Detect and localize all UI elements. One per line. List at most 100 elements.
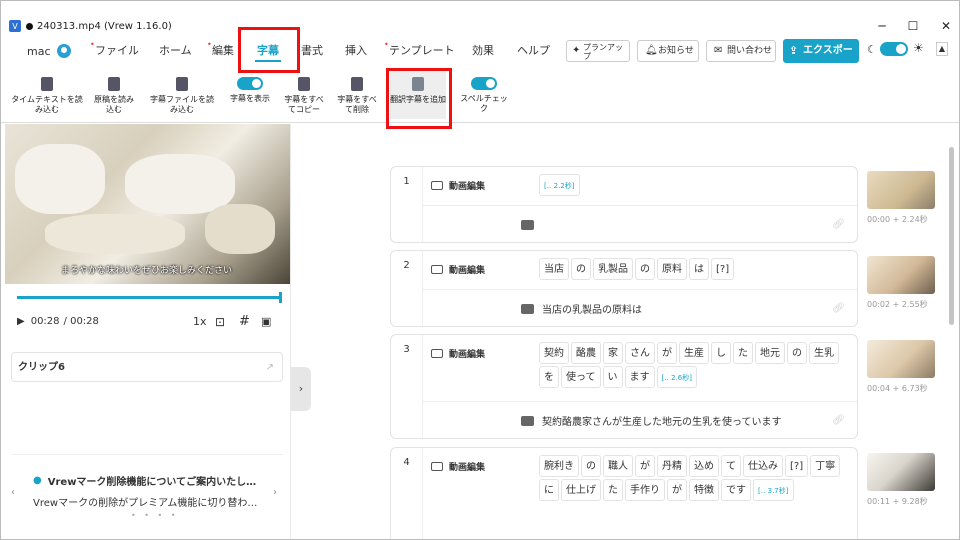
contact-button[interactable]: ✉ 問い合わせ [706,40,776,62]
word-token[interactable]: の [581,455,601,477]
speaker-label[interactable]: 動画編集 [431,263,485,276]
speaker-label[interactable]: 動画編集 [431,347,485,360]
word-token[interactable]: が [657,342,677,364]
word-token[interactable]: 腕利き [539,455,579,477]
word-token[interactable]: 丁寧 [810,455,841,477]
clip-card[interactable]: クリップ6 ↗ [11,352,283,382]
word-token[interactable]: [?] [785,455,809,477]
clip-row[interactable]: 4 動画編集 腕利き の 職人 が 丹精 込め て 仕込み [?] 丁寧 に 仕… [390,447,858,539]
close-button[interactable]: ✕ [931,15,959,37]
word-token[interactable]: た [603,479,623,501]
menu-template[interactable]: • テンプレート [384,37,455,65]
copy-all-subtitles-button[interactable]: 字幕をすべてコピー [281,77,327,115]
maximize-button[interactable]: ☐ [898,15,928,37]
play-icon[interactable]: ▶ [17,316,25,327]
word-token[interactable]: 家 [603,342,623,364]
word-token[interactable]: 原料 [657,258,687,280]
notice-banner[interactable]: ● Vrewマーク削除機能についてご案内いたし… Vrewマークの削除がプレミア… [11,473,283,520]
chevron-left-icon[interactable]: ‹ [11,487,15,498]
minimize-button[interactable]: ─ [867,15,897,37]
clip-thumbnail[interactable] [867,256,935,294]
export-button[interactable]: ⇪ エクスポート [783,39,859,80]
word-token[interactable]: し [711,342,731,364]
menu-help[interactable]: ヘルプ [517,37,550,65]
word-token[interactable]: 仕込み [743,455,783,477]
subtitle-line[interactable]: 🔗︎ [423,205,857,243]
word-token[interactable]: [?] [711,258,735,280]
word-token[interactable]: 生乳 [809,342,839,364]
word-token[interactable]: に [539,479,559,501]
word-token[interactable]: を [539,366,559,388]
word-token[interactable]: い [602,366,623,388]
menu-home[interactable]: ホーム [159,37,192,65]
expand-panel-button[interactable]: › [291,367,311,411]
link-icon[interactable]: 🔗︎ [832,219,845,230]
word-token[interactable]: さん [625,342,655,364]
clip-thumbnail[interactable] [867,453,935,491]
menu-format[interactable]: 書式 [301,37,323,65]
silence-gap-token[interactable]: [‥ 2.2秒] [539,174,580,196]
word-token[interactable]: 職人 [603,455,633,477]
collapse-ribbon-button[interactable]: ▲ [936,42,948,56]
spell-check-toggle[interactable]: スペルチェック [457,77,511,114]
link-icon[interactable]: 🔗︎ [832,415,845,426]
clip-row[interactable]: 1 動画編集 [‥ 2.2秒] 🔗︎ [390,166,858,243]
word-token[interactable]: 契約 [539,342,569,364]
word-token[interactable]: ます [624,366,655,388]
clip-list-scrollbar[interactable] [949,147,954,325]
word-token[interactable]: が [635,455,655,477]
word-token[interactable]: 込め [689,455,719,477]
word-token[interactable]: 生産 [679,342,709,364]
theme-toggle[interactable] [880,42,908,56]
word-token[interactable]: は [689,258,709,280]
clip-thumbnail[interactable] [867,340,935,378]
notice-button[interactable]: 🔔︎ お知らせ [637,40,699,62]
clip-row[interactable]: 3 動画編集 契約 酪農 家 さん が 生産 し た 地元 の 生乳 を 使って… [390,334,858,439]
chevron-right-icon[interactable]: › [273,487,277,498]
subtitle-toggle-icon[interactable]: ▣ [261,315,271,328]
delete-all-subtitles-button[interactable]: 字幕をすべて削除 [335,77,379,115]
word-token[interactable]: の [787,342,807,364]
word-token[interactable]: 仕上げ [561,479,601,501]
word-token[interactable]: が [667,479,687,501]
grid-icon[interactable]: # [239,314,250,329]
word-token[interactable]: 乳製品 [593,258,633,280]
word-token[interactable]: 手作り [625,479,665,501]
playback-speed[interactable]: 1x [193,315,207,328]
carousel-dots[interactable]: • • • • [131,511,179,520]
word-token[interactable]: 使って [561,366,601,388]
menu-file[interactable]: • ファイル [90,37,139,65]
silence-gap-token[interactable]: [‥ 2.6秒] [656,366,697,388]
word-token[interactable]: 地元 [755,342,785,364]
user-account[interactable]: mac [27,44,71,58]
word-token[interactable]: 丹精 [657,455,687,477]
menu-insert[interactable]: 挿入 [345,37,367,65]
plan-upgrade-button[interactable]: ✦ プランアップ [566,40,630,62]
subtitle-line[interactable]: 契約酪農家さんが生産した地元の生乳を使っています 🔗︎ [423,401,857,439]
clip-row[interactable]: 2 動画編集 当店 の 乳製品 の 原料 は [?] 当店の乳製品の原料は 🔗︎ [390,250,858,327]
video-preview[interactable]: まろやかな味わいをぜひお楽しみください [5,124,290,284]
word-token[interactable]: です [721,479,751,501]
word-token[interactable]: 特徴 [689,479,719,501]
subtitle-line[interactable]: 当店の乳製品の原料は 🔗︎ [423,289,857,327]
import-timed-text-button[interactable]: タイムテキストを読み込む [11,77,83,115]
link-icon[interactable]: 🔗︎ [832,303,845,314]
import-subtitle-file-button[interactable]: 字幕ファイルを読み込む [149,77,215,115]
word-token[interactable]: の [571,258,591,280]
speaker-label[interactable]: 動画編集 [431,460,485,473]
word-token[interactable]: の [635,258,655,280]
word-token[interactable]: て [721,455,741,477]
screenshot-icon[interactable]: ⊡ [215,315,225,329]
silence-gap-token[interactable]: [‥ 3.7秒] [753,479,794,501]
menu-edit[interactable]: • 編集 [207,37,234,65]
playback-progress-bar[interactable] [17,292,282,303]
speaker-label[interactable]: 動画編集 [431,179,485,192]
import-script-button[interactable]: 原稿を読み込む [94,77,134,115]
clip-thumbnail[interactable] [867,171,935,209]
menu-effects[interactable]: 効果 [472,37,494,65]
open-external-icon[interactable]: ↗ [266,353,274,383]
show-subtitles-toggle[interactable]: 字幕を表示 [227,77,273,104]
word-token[interactable]: た [733,342,753,364]
word-token[interactable]: 酪農 [571,342,601,364]
word-token[interactable]: 当店 [539,258,569,280]
